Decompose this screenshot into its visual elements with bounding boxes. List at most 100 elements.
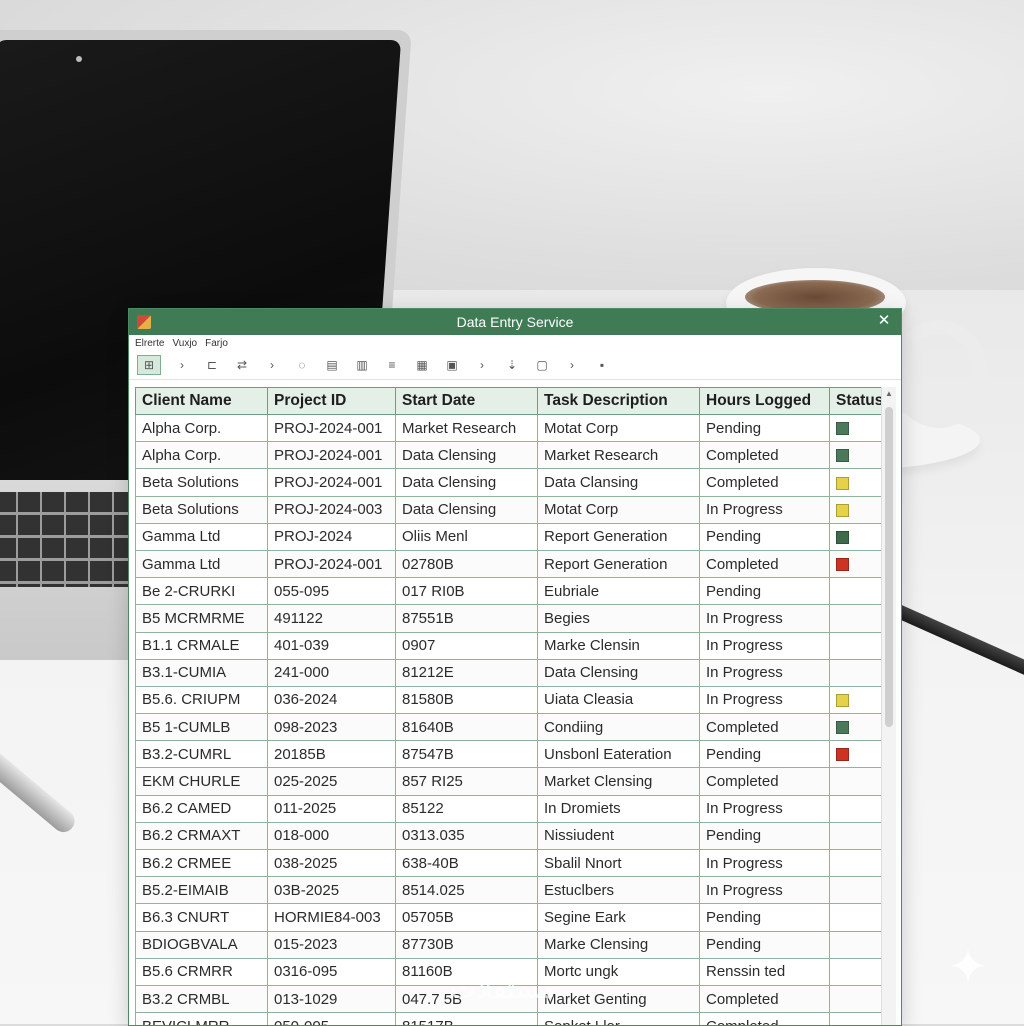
table-row[interactable]: B3.2-CUMRL 20185B 87547B Unsbonl Eateration…: [135, 740, 881, 769]
table-cell[interactable]: Alpha Corp.: [135, 413, 268, 443]
table-cell[interactable]: 81580B: [395, 685, 538, 715]
status-cell[interactable]: [829, 903, 881, 932]
table-cell[interactable]: 491122: [267, 604, 396, 633]
table-row[interactable]: Gamma Ltd PROJ-2024-001 02780B Report Gener…: [135, 549, 881, 579]
table-cell[interactable]: Pending: [699, 413, 830, 443]
status-cell[interactable]: [829, 767, 881, 796]
status-cell[interactable]: [829, 984, 881, 1014]
status-cell[interactable]: [829, 957, 881, 986]
table-cell[interactable]: PROJ-2024-003: [267, 495, 396, 524]
toolbar-button-icon[interactable]: ▦: [413, 356, 431, 374]
table-row[interactable]: B1.1 CRMALE 401-039 0907 Marke Clensin In Pr…: [135, 631, 881, 660]
table-cell[interactable]: Market Genting: [537, 984, 700, 1014]
table-cell[interactable]: Mortc ungk: [537, 957, 700, 986]
table-cell[interactable]: Estuclbers: [537, 876, 700, 905]
table-cell[interactable]: B3.1-CUMIA: [135, 658, 268, 687]
status-cell[interactable]: [829, 740, 881, 769]
table-row[interactable]: Alpha Corp. PROJ-2024-001 Data Clensing Mar…: [135, 441, 881, 470]
table-cell[interactable]: In Progress: [699, 876, 830, 905]
table-cell[interactable]: Pending: [699, 821, 830, 851]
status-cell[interactable]: [829, 930, 881, 959]
toolbar-button-icon[interactable]: ▣: [443, 356, 461, 374]
table-cell[interactable]: 025-2025: [267, 767, 396, 796]
toolbar-button-icon[interactable]: ⇄: [233, 356, 251, 374]
status-cell[interactable]: [829, 413, 881, 443]
toolbar-button-icon[interactable]: ⇣: [503, 356, 521, 374]
table-cell[interactable]: Marke Clensing: [537, 930, 700, 959]
table-cell[interactable]: B5.6 CRMRR: [135, 957, 268, 986]
table-cell[interactable]: 0313.035: [395, 821, 538, 851]
toolbar-button-icon[interactable]: ▤: [323, 356, 341, 374]
table-row[interactable]: Beta Solutions PROJ-2024-003 Data Clensing…: [135, 495, 881, 524]
table-cell[interactable]: In Progress: [699, 848, 830, 878]
table-cell[interactable]: Beta Solutions: [135, 468, 268, 497]
table-row[interactable]: EKM CHURLE 025-2025 857 RI25 Market Clensin…: [135, 767, 881, 796]
table-cell[interactable]: 81212E: [395, 658, 538, 687]
table-row[interactable]: Alpha Corp. PROJ-2024-001 Market Research M…: [135, 413, 881, 443]
table-cell[interactable]: 015-2023: [267, 930, 396, 959]
scroll-thumb[interactable]: [885, 407, 893, 727]
status-cell[interactable]: [829, 658, 881, 687]
table-cell[interactable]: 20185B: [267, 740, 396, 769]
table-cell[interactable]: Pending: [699, 930, 830, 959]
toolbar-button-icon[interactable]: ›: [563, 356, 581, 374]
table-cell[interactable]: Motat Corp: [537, 495, 700, 524]
table-cell[interactable]: 02780B: [395, 549, 538, 579]
status-cell[interactable]: [829, 604, 881, 633]
table-cell[interactable]: PROJ-2024-001: [267, 549, 396, 579]
table-cell[interactable]: B3.2 CRMBL: [135, 984, 268, 1014]
status-cell[interactable]: [829, 441, 881, 470]
toolbar-button-icon[interactable]: ⊏: [203, 356, 221, 374]
column-header[interactable]: Hours Logged: [699, 387, 830, 415]
table-cell[interactable]: B6.2 CRMEE: [135, 848, 268, 878]
toolbar-button-icon[interactable]: ▢: [533, 356, 551, 374]
menu-item[interactable]: Vuxjo: [172, 338, 197, 349]
table-cell[interactable]: Pending: [699, 577, 830, 606]
table-cell[interactable]: In Progress: [699, 658, 830, 687]
table-cell[interactable]: 401-039: [267, 631, 396, 660]
table-cell[interactable]: 857 RI25: [395, 767, 538, 796]
status-cell[interactable]: [829, 495, 881, 524]
table-cell[interactable]: 036-2024: [267, 685, 396, 715]
table-cell[interactable]: Segine Eark: [537, 903, 700, 932]
table-row[interactable]: BDIOGBVALA 015-2023 87730B Marke Clensing Pe…: [135, 930, 881, 959]
table-cell[interactable]: Condiing: [537, 713, 700, 742]
table-cell[interactable]: Motat Corp: [537, 413, 700, 443]
table-cell[interactable]: 038-2025: [267, 848, 396, 878]
status-cell[interactable]: [829, 685, 881, 715]
table-row[interactable]: B6.2 CAMED 011-2025 85122 In Dromiets In Pro…: [135, 794, 881, 823]
table-cell[interactable]: Uiata Cleasia: [537, 685, 700, 715]
table-cell[interactable]: Data Clansing: [537, 468, 700, 497]
table-cell[interactable]: Market Research: [537, 441, 700, 470]
menu-item[interactable]: Farjo: [205, 338, 228, 349]
table-cell[interactable]: Market Research: [395, 413, 538, 443]
status-cell[interactable]: [829, 631, 881, 660]
table-cell[interactable]: 0316-095: [267, 957, 396, 986]
table-cell[interactable]: 241-000: [267, 658, 396, 687]
table-cell[interactable]: Completed: [699, 713, 830, 742]
table-cell[interactable]: Alpha Corp.: [135, 441, 268, 470]
table-cell[interactable]: Pending: [699, 740, 830, 769]
table-cell[interactable]: Report Generation: [537, 549, 700, 579]
table-cell[interactable]: Pending: [699, 522, 830, 551]
table-cell[interactable]: Marke Clensin: [537, 631, 700, 660]
status-cell[interactable]: [829, 848, 881, 878]
title-bar[interactable]: Data Entry Service ✕: [129, 309, 901, 335]
table-row[interactable]: Gamma Ltd PROJ-2024 Oliis Menl Report Gener…: [135, 522, 881, 551]
table-row[interactable]: Beta Solutions PROJ-2024-001 Data Clensing…: [135, 468, 881, 497]
status-cell[interactable]: [829, 821, 881, 851]
table-cell[interactable]: Gamma Ltd: [135, 549, 268, 579]
table-cell[interactable]: HORMIE84-003: [267, 903, 396, 932]
status-cell[interactable]: [829, 549, 881, 579]
table-row[interactable]: B3.1-CUMIA 241-000 81212E Data Clensing In P…: [135, 658, 881, 687]
table-cell[interactable]: In Progress: [699, 794, 830, 823]
table-cell[interactable]: In Progress: [699, 631, 830, 660]
table-cell[interactable]: B6.2 CRMAXT: [135, 821, 268, 851]
column-header[interactable]: Start Date: [395, 387, 538, 415]
status-cell[interactable]: [829, 794, 881, 823]
table-cell[interactable]: PROJ-2024: [267, 522, 396, 551]
table-cell[interactable]: Completed: [699, 441, 830, 470]
table-cell[interactable]: 055-095: [267, 577, 396, 606]
table-cell[interactable]: B6.2 CAMED: [135, 794, 268, 823]
table-cell[interactable]: Data Clensing: [537, 658, 700, 687]
